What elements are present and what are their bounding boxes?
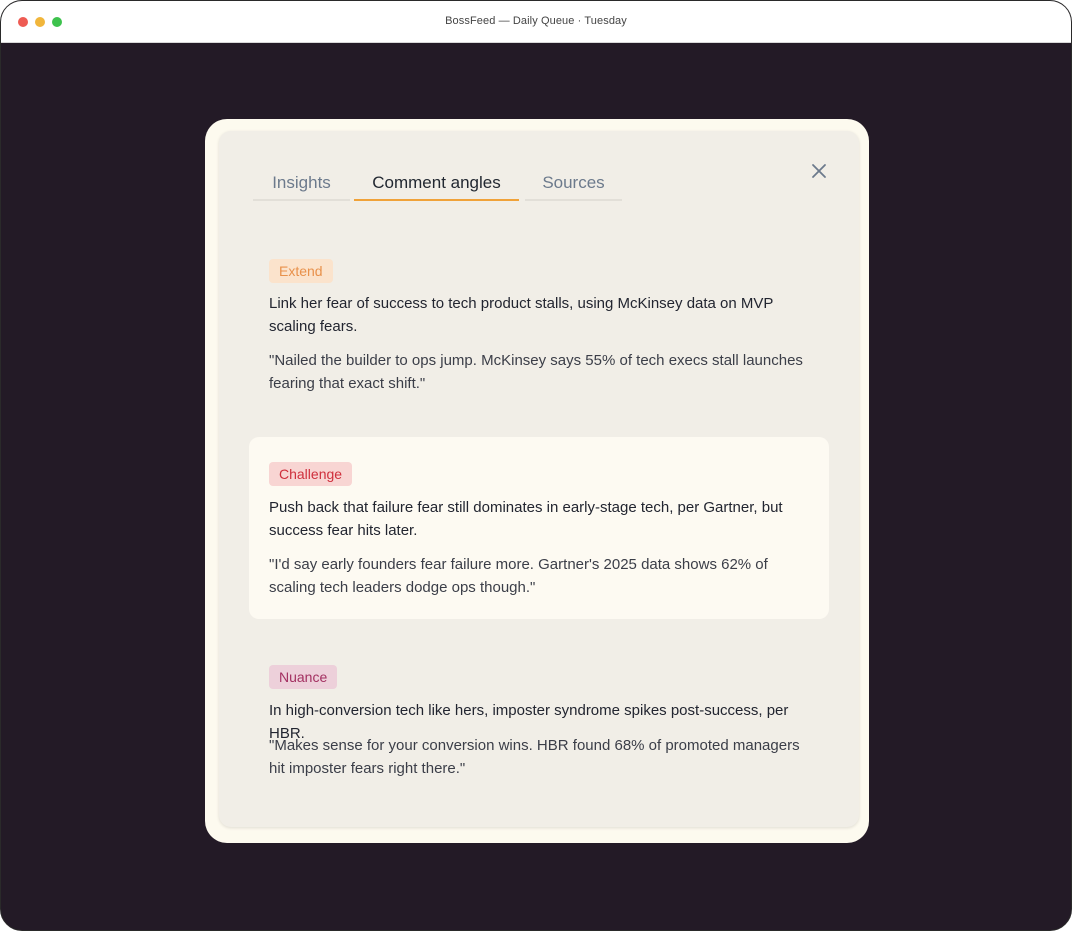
- tab-insights[interactable]: Insights: [253, 171, 350, 201]
- tab-comment-angles[interactable]: Comment angles: [354, 171, 519, 201]
- angle-summary: Push back that failure fear still domina…: [269, 499, 783, 539]
- angle-card-nuance[interactable]: Nuance In high-conversion tech like hers…: [249, 643, 829, 793]
- angle-summary: Link her fear of success to tech product…: [269, 295, 774, 335]
- title-bar: BossFeed — Daily Queue · Tuesday: [1, 1, 1071, 43]
- tab-sources[interactable]: Sources: [525, 171, 622, 201]
- comment-angles-dialog: Insights Comment angles Sources Extend L…: [205, 119, 869, 843]
- app-window: BossFeed — Daily Queue · Tuesday Insight…: [0, 0, 1072, 931]
- close-icon: [812, 164, 826, 178]
- angle-tag: Extend: [269, 259, 333, 283]
- angle-quote: "Makes sense for your conversion wins. H…: [269, 737, 800, 777]
- angle-tag: Challenge: [269, 462, 353, 486]
- angle-tag: Nuance: [269, 665, 338, 689]
- dialog-panel: Insights Comment angles Sources Extend L…: [219, 131, 859, 827]
- angle-quote: "Nailed the builder to ops jump. McKinse…: [269, 352, 803, 392]
- angle-card-extend[interactable]: Extend Link her fear of success to tech …: [249, 239, 829, 409]
- angle-quote: "I'd say early founders fear failure mor…: [269, 556, 768, 596]
- close-button[interactable]: [807, 159, 831, 183]
- angle-card-challenge[interactable]: Challenge Push back that failure fear st…: [249, 437, 829, 619]
- window-title: BossFeed — Daily Queue · Tuesday: [445, 15, 627, 27]
